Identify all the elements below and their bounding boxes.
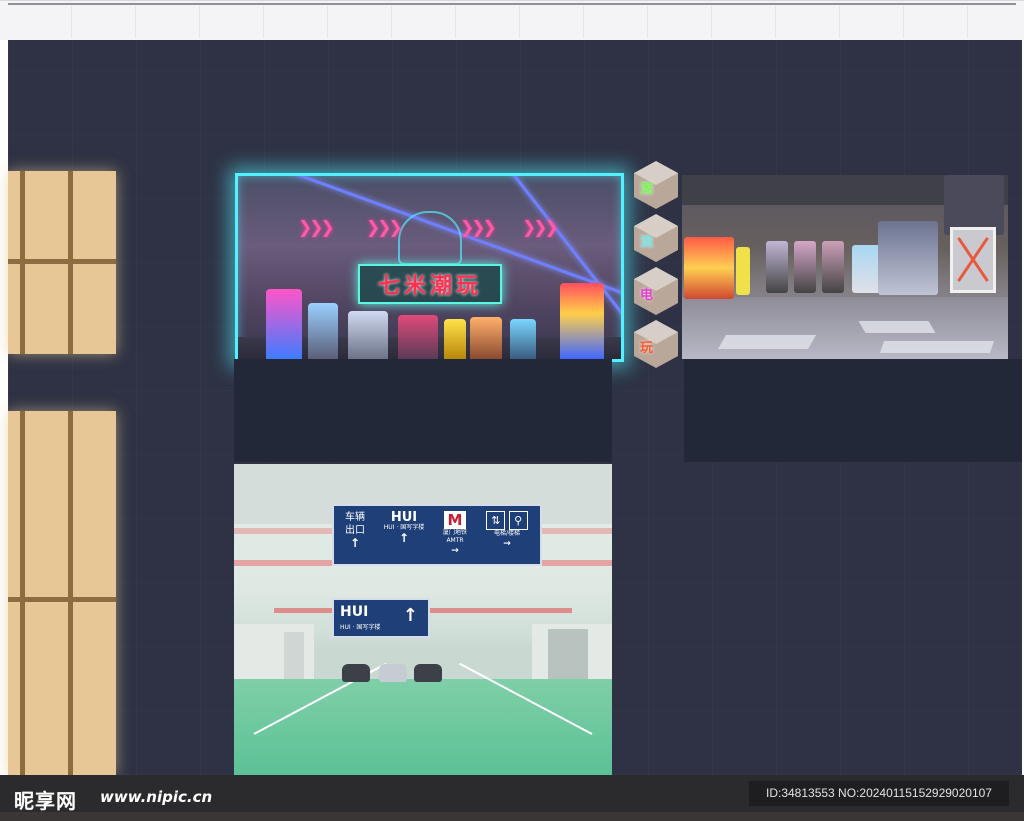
- diamond-char: 玩: [640, 341, 654, 356]
- arcade-machine: [266, 289, 302, 359]
- info-panel-left: [234, 359, 612, 462]
- up-arrow-icon: ↑: [402, 605, 418, 626]
- footer-strip: [0, 812, 1024, 821]
- sign-lift: ⇅ ⚲ 电梯/楼梯 →: [480, 511, 534, 551]
- garage-pillar: [284, 632, 304, 680]
- garage-hui-sign: HUI HUI · 国写字楼 ↑: [332, 598, 430, 638]
- diamond-tile: 玩: [634, 320, 678, 368]
- window-mullion: [68, 411, 73, 775]
- diamond-tile: 流: [634, 214, 678, 262]
- arcade-machine: [444, 319, 466, 359]
- arcade-machine: [308, 303, 338, 359]
- floor-marking: [879, 341, 995, 353]
- diamond-char: 电: [640, 288, 654, 303]
- parked-car: [379, 664, 407, 682]
- sign-metro-sub: AMTR: [446, 537, 464, 544]
- sign-small-title: HUI: [340, 604, 369, 620]
- arcade-cabinet: [736, 247, 750, 295]
- metro-logo-icon: M: [444, 511, 466, 529]
- elevator-icon: ⇅: [486, 511, 506, 530]
- arcade-neon-frame: ❯❯❯ ❯❯❯ ❯❯❯ ❯❯❯ 七米潮玩: [235, 173, 624, 362]
- top-rule: [8, 3, 1016, 5]
- lift-icons: ⇅ ⚲: [480, 511, 534, 530]
- arcade-cabinet: [684, 237, 734, 299]
- layout-board: ❯❯❯ ❯❯❯ ❯❯❯ ❯❯❯ 七米潮玩 潮 流 电 玩 车辆 出口 ↑ HUI…: [8, 40, 1022, 775]
- right-arrow-icon: →: [451, 546, 459, 556]
- sign-small-sub: HUI · 国写字楼: [340, 624, 381, 631]
- chevron-neon: ❯❯❯: [298, 218, 335, 238]
- window-mullion: [20, 411, 25, 775]
- garage-floor: [234, 679, 612, 775]
- arcade-logo-sign: 七米潮玩: [358, 264, 502, 304]
- arcade-machine: [510, 319, 536, 359]
- sign-exit-line1: 车辆: [345, 512, 365, 523]
- garage-direction-sign: 车辆 出口 ↑ HUI HUI · 国写字楼 ↑ M 厦门地铁 AMTR → ⇅…: [332, 504, 542, 566]
- info-panel-right: [684, 359, 1022, 462]
- window-transom: [8, 259, 116, 264]
- watermark-bar: 昵享网 www.nipic.cn ID:34813553 NO:20240115…: [0, 775, 1024, 821]
- watermark-id: ID:34813553 NO:20240115152929020107: [749, 781, 1009, 806]
- sign-hui-title: HUI: [390, 510, 418, 525]
- dance-machine: [878, 221, 938, 295]
- sign-exit: 车辆 出口 ↑: [340, 511, 370, 550]
- window-panel-top: [8, 171, 116, 354]
- arcade-cabinet: [822, 241, 844, 293]
- chevron-neon: ❯❯❯: [366, 218, 403, 238]
- garage-photo: 车辆 出口 ↑ HUI HUI · 国写字楼 ↑ M 厦门地铁 AMTR → ⇅…: [234, 464, 612, 775]
- up-arrow-icon: ↑: [349, 536, 361, 550]
- diamond-char: 潮: [640, 182, 654, 197]
- diamond-tile: 电: [634, 267, 678, 315]
- sign-hui: HUI HUI · 国写字楼 ↑: [376, 511, 432, 545]
- sign-metro: M 厦门地铁 AMTR →: [438, 511, 472, 558]
- right-arrow-icon: →: [503, 539, 511, 549]
- sign-lift-label: 电梯/楼梯: [493, 530, 521, 537]
- diamond-tile: 潮: [634, 161, 678, 209]
- stairs-icon: ⚲: [508, 511, 528, 530]
- arcade-machine: [560, 283, 604, 359]
- robot-neon-icon: [398, 211, 462, 265]
- up-arrow-icon: ↑: [398, 531, 410, 545]
- top-strip: [0, 0, 1024, 40]
- floor-marking: [717, 335, 817, 349]
- arcade-machine: [348, 311, 388, 359]
- top-grid: [8, 6, 1016, 38]
- arcade-machine: [398, 315, 438, 359]
- parked-car: [414, 664, 442, 682]
- arcade-cabinet: [766, 241, 788, 293]
- watermark-url[interactable]: www.nipic.cn: [100, 788, 212, 806]
- floor-marking: [858, 321, 936, 333]
- chevron-neon: ❯❯❯: [460, 218, 497, 238]
- window-transom: [8, 597, 116, 602]
- arcade-cabinet: [794, 241, 816, 293]
- wall-mural: [944, 175, 1004, 235]
- chevron-neon: ❯❯❯: [522, 218, 559, 238]
- arcade-machine: [470, 317, 502, 359]
- arcade-photo: [682, 175, 1008, 359]
- window-panel-bottom: [8, 411, 116, 775]
- sign-metro-label: 厦门地铁: [442, 529, 467, 536]
- decor-window: [950, 227, 996, 293]
- watermark-logo: 昵享网: [14, 789, 77, 813]
- parked-car: [342, 664, 370, 682]
- diamond-char: 流: [640, 235, 654, 250]
